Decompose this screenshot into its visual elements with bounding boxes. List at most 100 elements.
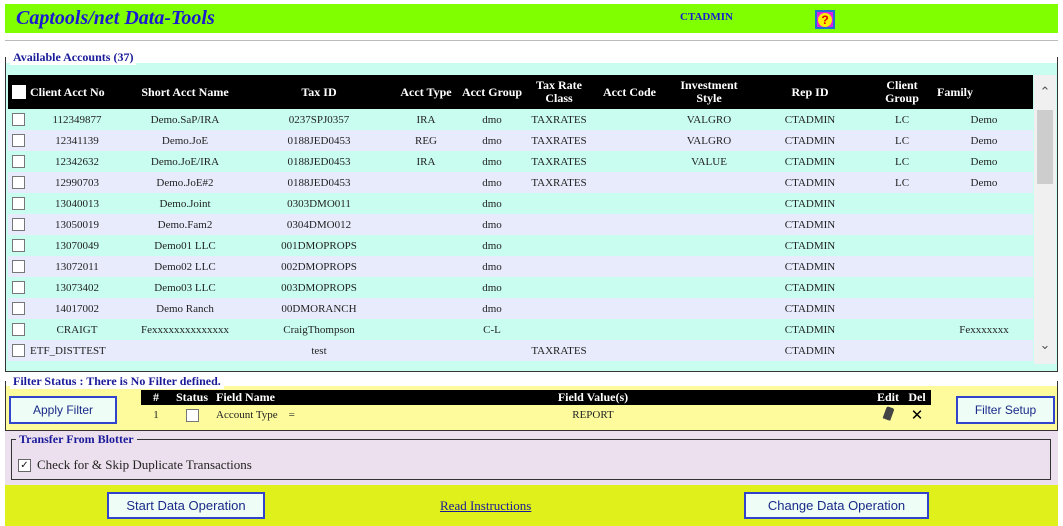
select-all-checkbox[interactable] <box>12 85 26 100</box>
col-tax-id[interactable]: Tax ID <box>244 75 394 109</box>
account-row[interactable]: 12341139 Demo.JoE 0188JED0453 REG dmo TAXRATE… <box>8 130 1033 151</box>
help-question-icon[interactable]: ? <box>815 10 835 29</box>
account-row[interactable]: 13073402 Demo03 LLC 003DMOPROPS dmo CTADMIN <box>8 277 1033 298</box>
cell-client-acct-no: 12990703 <box>28 172 126 193</box>
cell-tax-id: 0188JED0453 <box>244 130 394 151</box>
col-filter-num: # <box>141 390 171 405</box>
cell-rep-id: CTADMIN <box>751 193 869 214</box>
accounts-table: Client Acct No Short Acct Name Tax ID Ac… <box>8 75 1033 361</box>
scroll-up-icon[interactable]: ⌃ <box>1034 83 1056 103</box>
cell-client-acct-no: 112349877 <box>28 109 126 130</box>
cell-rep-id: CTADMIN <box>751 130 869 151</box>
col-client-acct-no[interactable]: Client Acct No <box>28 75 126 109</box>
row-select-checkbox[interactable] <box>12 134 25 147</box>
cell-acct-group: C-L <box>458 319 526 340</box>
accounts-scrollbar[interactable]: ⌃ ⌄ <box>1034 75 1056 364</box>
row-select-checkbox[interactable] <box>12 302 25 315</box>
read-instructions-link[interactable]: Read Instructions <box>440 498 531 514</box>
cell-client-group <box>869 277 935 298</box>
row-select-checkbox[interactable] <box>12 239 25 252</box>
title-bar: Captools/net Data-Tools CTADMIN ? <box>5 4 1058 33</box>
col-acct-type[interactable]: Acct Type <box>394 75 458 109</box>
col-acct-code[interactable]: Acct Code <box>592 75 667 109</box>
edit-pencil-icon[interactable] <box>881 406 895 424</box>
account-row[interactable]: 13040013 Demo.Joint 0303DMO011 dmo CTADMIN <box>8 193 1033 214</box>
cell-client-group <box>869 214 935 235</box>
col-investment-style[interactable]: Investment Style <box>667 75 751 109</box>
cell-tax-id: CraigThompson <box>244 319 394 340</box>
cell-tax-rate-class: TAXRATES <box>526 109 592 130</box>
change-data-operation-button[interactable]: Change Data Operation <box>744 492 929 519</box>
filter-status-checkbox[interactable] <box>185 408 199 422</box>
row-select-checkbox[interactable] <box>12 344 25 357</box>
account-row[interactable]: 14017002 Demo Ranch 00DMORANCH dmo CTADMIN <box>8 298 1033 319</box>
apply-filter-button[interactable]: Apply Filter <box>9 396 117 424</box>
row-select-checkbox[interactable] <box>12 176 25 189</box>
delete-x-icon[interactable]: ✕ <box>911 406 924 424</box>
account-row[interactable]: 13072011 Demo02 LLC 002DMOPROPS dmo CTADMIN <box>8 256 1033 277</box>
cell-investment-style <box>667 193 751 214</box>
cell-rep-id: CTADMIN <box>751 298 869 319</box>
row-select-checkbox[interactable] <box>12 155 25 168</box>
cell-tax-rate-class <box>526 298 592 319</box>
cell-acct-code <box>592 298 667 319</box>
cell-client-acct-no: 13050019 <box>28 214 126 235</box>
skip-duplicates-checkbox[interactable]: ✓ <box>18 458 31 472</box>
account-row[interactable]: ETF_DISTTEST test TAXRATES CTADMIN <box>8 340 1033 361</box>
cell-tax-rate-class: TAXRATES <box>526 130 592 151</box>
cell-acct-type <box>394 256 458 277</box>
scroll-thumb[interactable] <box>1037 110 1053 184</box>
cell-acct-group: dmo <box>458 151 526 172</box>
account-row[interactable]: 112349877 Demo.SaP/IRA 0237SPJ0357 IRA dmo TA… <box>8 109 1033 130</box>
start-data-operation-button[interactable]: Start Data Operation <box>107 492 265 519</box>
filter-field-value: REPORT <box>572 409 614 421</box>
account-row[interactable]: 13050019 Demo.Fam2 0304DMO012 dmo CTADMIN <box>8 214 1033 235</box>
skip-duplicates-option[interactable]: ✓ Check for & Skip Duplicate Transaction… <box>18 457 252 473</box>
cell-family: Demo <box>935 130 1033 151</box>
cell-client-acct-no: 13073402 <box>28 277 126 298</box>
account-row[interactable]: 12990703 Demo.JoE#2 0188JED0453 dmo TAXRATES… <box>8 172 1033 193</box>
cell-family <box>935 235 1033 256</box>
col-rep-id[interactable]: Rep ID <box>751 75 869 109</box>
row-select-checkbox[interactable] <box>12 323 25 336</box>
cell-short-acct-name: Demo03 LLC <box>126 277 244 298</box>
col-tax-rate-class[interactable]: Tax Rate Class <box>526 75 592 109</box>
account-row[interactable]: 12342632 Demo.JoE/IRA 0188JED0453 IRA dmo TAX… <box>8 151 1033 172</box>
action-bar: Start Data Operation Read Instructions C… <box>5 485 1058 526</box>
col-client-group[interactable]: Client Group <box>869 75 935 109</box>
row-select-checkbox[interactable] <box>12 218 25 231</box>
row-select-checkbox[interactable] <box>12 197 25 210</box>
scroll-down-icon[interactable]: ⌄ <box>1034 336 1056 356</box>
filter-setup-button[interactable]: Filter Setup <box>956 396 1055 424</box>
cell-acct-group: dmo <box>458 193 526 214</box>
row-select-checkbox[interactable] <box>12 281 25 294</box>
account-row[interactable]: CRAIGT Fexxxxxxxxxxxxxx CraigThompson C-L CT… <box>8 319 1033 340</box>
cell-client-group <box>869 319 935 340</box>
filter-field-name: Account Type <box>216 409 278 421</box>
cell-family <box>935 256 1033 277</box>
cell-acct-type <box>394 235 458 256</box>
filter-row: 1 Account Type = REPORT ✕ <box>141 405 931 425</box>
row-select-checkbox[interactable] <box>12 113 25 126</box>
cell-investment-style: VALGRO <box>667 109 751 130</box>
row-select-checkbox[interactable] <box>12 260 25 273</box>
col-short-acct-name[interactable]: Short Acct Name <box>126 75 244 109</box>
cell-acct-group <box>458 340 526 361</box>
cell-acct-type: IRA <box>394 151 458 172</box>
accounts-header-row: Client Acct No Short Acct Name Tax ID Ac… <box>8 75 1033 109</box>
available-accounts-panel: Available Accounts (37) Client Acct No S… <box>5 50 1058 372</box>
cell-short-acct-name: Demo.JoE/IRA <box>126 151 244 172</box>
cell-family <box>935 277 1033 298</box>
cell-tax-rate-class: TAXRATES <box>526 172 592 193</box>
cell-tax-id: 0237SPJ0357 <box>244 109 394 130</box>
cell-rep-id: CTADMIN <box>751 151 869 172</box>
col-acct-group[interactable]: Acct Group <box>458 75 526 109</box>
cell-rep-id: CTADMIN <box>751 340 869 361</box>
col-field-values: Field Value(s) <box>313 390 873 405</box>
cell-acct-type <box>394 214 458 235</box>
col-family[interactable]: Family <box>935 75 1033 109</box>
cell-acct-type <box>394 319 458 340</box>
account-row[interactable]: 13070049 Demo01 LLC 001DMOPROPS dmo CTADMIN <box>8 235 1033 256</box>
cell-acct-type: IRA <box>394 109 458 130</box>
current-user: CTADMIN <box>680 11 733 23</box>
